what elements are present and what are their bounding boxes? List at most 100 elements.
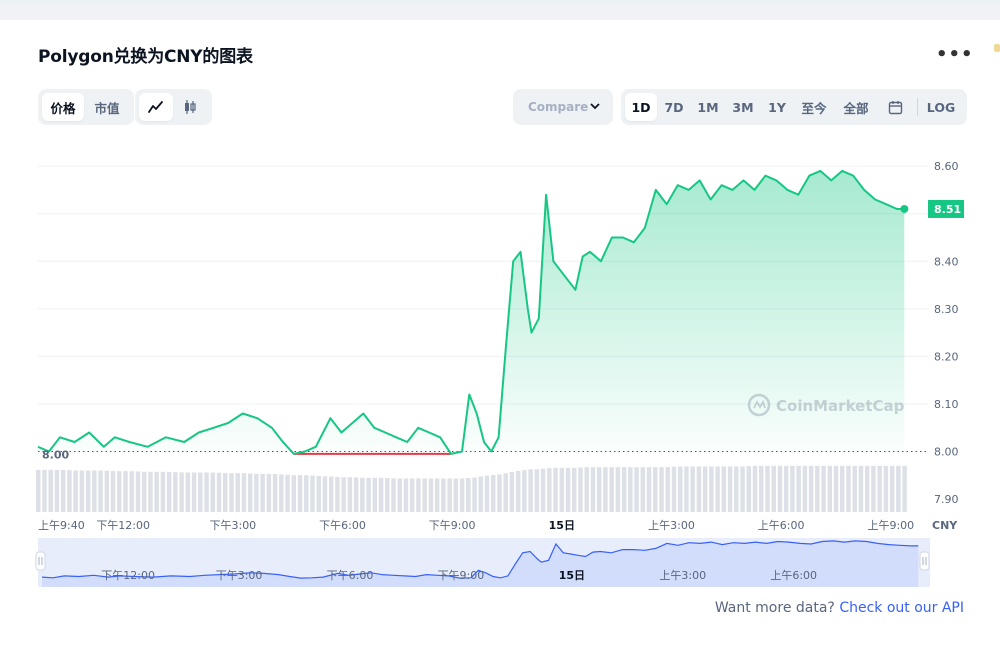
volume-bar: [241, 473, 247, 512]
volume-bar: [902, 465, 907, 512]
volume-bar: [634, 467, 639, 512]
volume-bar: [603, 467, 608, 512]
volume-bar: [547, 468, 552, 512]
volume-bar: [191, 472, 197, 512]
volume-bar: [216, 472, 222, 512]
volume-bar: [565, 467, 571, 512]
volume-bar: [484, 475, 490, 512]
volume-bar: [73, 470, 78, 512]
volume-bar: [497, 474, 502, 512]
navigator-tick-label: 下午12:00: [101, 569, 155, 582]
volume-bar: [360, 477, 365, 512]
volume-bar: [702, 466, 708, 512]
volume-bar: [740, 466, 745, 512]
y-tick-label: 8.00: [934, 446, 959, 459]
volume-bar: [833, 465, 839, 512]
volume-bar: [459, 478, 465, 512]
volume-bar: [185, 472, 191, 512]
volume-bar: [808, 465, 814, 512]
volume-bar: [746, 466, 752, 512]
volume-bar: [734, 466, 739, 512]
api-cta: Want more data? Check out our API: [715, 600, 964, 616]
volume-bar: [815, 465, 820, 512]
handle-grip: [919, 551, 930, 571]
volume-bar: [628, 467, 633, 512]
volume-bar: [646, 467, 652, 512]
volume-bar: [802, 465, 808, 512]
volume-bar: [522, 470, 527, 512]
volume-bar: [92, 470, 97, 512]
volume-bar: [690, 466, 695, 512]
volume-bar: [235, 473, 240, 512]
volume-bar: [528, 469, 533, 512]
volume-bar: [179, 472, 184, 512]
volume-bar: [291, 475, 297, 512]
volume-bar: [852, 465, 857, 512]
volume-bar: [79, 470, 85, 512]
volume-bar: [416, 478, 421, 512]
current-price-label: 8.51: [934, 203, 961, 216]
x-tick-label: 上午3:00: [648, 519, 695, 532]
volume-bar: [141, 471, 147, 512]
x-tick-label: 上午6:00: [758, 519, 805, 532]
volume-bar: [846, 465, 851, 512]
volume-bar: [279, 474, 284, 512]
volume-bar: [129, 471, 134, 512]
volume-bar: [534, 469, 540, 512]
cta-text: Want more data?: [714, 600, 835, 616]
volume-bar: [135, 471, 141, 512]
volume-bar: [621, 467, 627, 512]
volume-bar: [609, 467, 614, 512]
y-tick-label: 8.10: [934, 398, 959, 411]
volume-bar: [503, 473, 508, 512]
price-chart[interactable]: 8.608.508.408.308.208.108.007.908.518.00…: [0, 0, 1000, 600]
volume-bar: [353, 477, 359, 512]
volume-bar: [752, 465, 758, 512]
volume-bar: [328, 476, 334, 512]
volume-bar: [572, 467, 577, 512]
x-tick-label: 下午3:00: [209, 519, 256, 532]
volume-bar: [889, 465, 895, 512]
volume-bar: [123, 471, 128, 512]
volume-bar: [727, 466, 733, 512]
volume-bar: [790, 465, 795, 512]
x-axis-labels: 上午9:40 下午12:00 下午3:00 下午6:00 下午9:00 15日 上午3:00…: [38, 519, 958, 532]
volume-bar: [671, 466, 677, 512]
volume-bar: [684, 466, 689, 512]
y-tick-label: 8.20: [934, 350, 959, 363]
volume-bar: [60, 469, 66, 512]
volume-bar: [821, 465, 826, 512]
volume-bar: [715, 466, 720, 512]
watermark-text: CoinMarketCap: [776, 397, 905, 415]
volume-bar: [36, 469, 41, 512]
volume-bar: [584, 467, 589, 512]
volume-bar: [827, 465, 833, 512]
volume-bar: [310, 475, 315, 512]
volume-bar: [173, 472, 178, 512]
baseline-label: 8.00: [42, 449, 69, 462]
volume-bar: [378, 477, 384, 512]
volume-bar: [721, 466, 727, 512]
x-tick-label: 下午6:00: [319, 519, 366, 532]
volume-bar: [266, 473, 272, 512]
volume-bar: [304, 475, 309, 512]
y-tick-label: 8.40: [934, 255, 959, 268]
navigator-tick-label: 下午6:00: [327, 569, 374, 582]
navigator-handle-right[interactable]: [919, 551, 930, 571]
volume-bar: [515, 470, 521, 512]
volume-bar: [596, 467, 602, 512]
volume-bar: [709, 466, 714, 512]
handle-grip: [35, 551, 46, 571]
volume-bar: [210, 472, 216, 512]
volume-bar: [272, 474, 278, 512]
range-navigator[interactable]: 下午12:00 下午3:00 下午6:00 下午9:00 15日 上午3:00 上午6:00: [35, 538, 930, 587]
volume-bar: [54, 469, 60, 512]
volume-bar: [42, 469, 47, 512]
volume-bar: [796, 465, 801, 512]
volume-bar: [777, 465, 783, 512]
navigator-handle-left[interactable]: [35, 551, 46, 571]
volume-bar: [322, 476, 328, 512]
volume-bar: [553, 467, 558, 512]
api-link[interactable]: Check out our API: [839, 600, 964, 616]
currency-label: CNY: [932, 519, 958, 532]
